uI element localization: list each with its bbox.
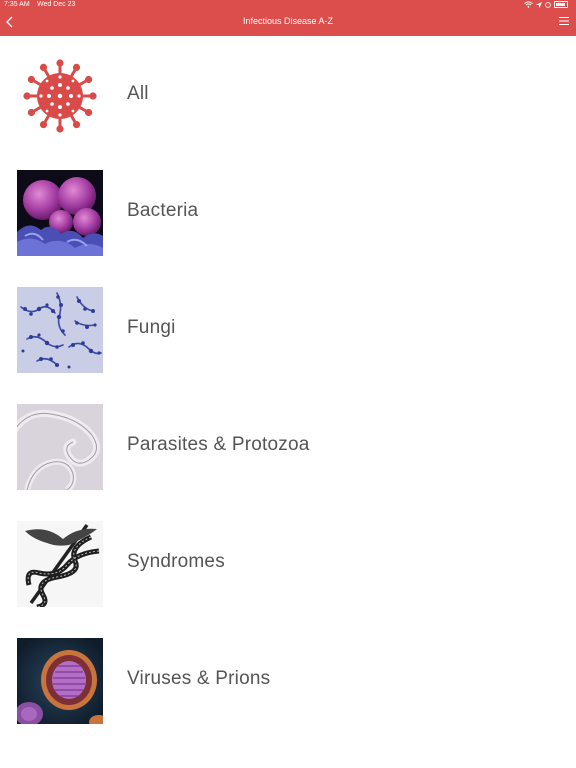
location-icon [536, 1, 542, 8]
status-icons [524, 1, 568, 8]
category-row-bacteria[interactable]: Bacteria [0, 153, 576, 270]
category-row-all[interactable]: All [0, 36, 576, 153]
alarm-icon [545, 1, 551, 8]
category-label: All [127, 83, 149, 104]
wifi-icon [524, 1, 533, 8]
category-label: Parasites & Protozoa [127, 434, 310, 455]
page-title: Infectious Disease A-Z [242, 16, 334, 26]
category-label: Syndromes [127, 551, 225, 572]
fungi-image [17, 287, 103, 373]
category-row-syndromes[interactable]: Syndromes [0, 504, 576, 621]
category-row-parasites[interactable]: Parasites & Protozoa [0, 387, 576, 504]
caduceus-image [17, 521, 103, 607]
parasites-image [17, 404, 103, 490]
battery-icon [554, 1, 568, 8]
hamburger-menu-icon [559, 17, 569, 25]
status-time: 7:35 AM [4, 1, 30, 8]
app-header: 7:35 AM Wed Dec 23 Infectious Disease A-… [0, 0, 576, 36]
virus-image [17, 638, 103, 724]
virus-icon [17, 53, 103, 139]
status-date: Wed Dec 23 [37, 1, 76, 8]
bacteria-image [17, 170, 103, 256]
menu-button[interactable] [558, 15, 570, 27]
category-label: Bacteria [127, 200, 199, 221]
category-row-viruses[interactable]: Viruses & Prions [0, 621, 576, 738]
category-label: Viruses & Prions [127, 668, 271, 689]
category-row-fungi[interactable]: Fungi [0, 270, 576, 387]
category-label: Fungi [127, 317, 176, 338]
